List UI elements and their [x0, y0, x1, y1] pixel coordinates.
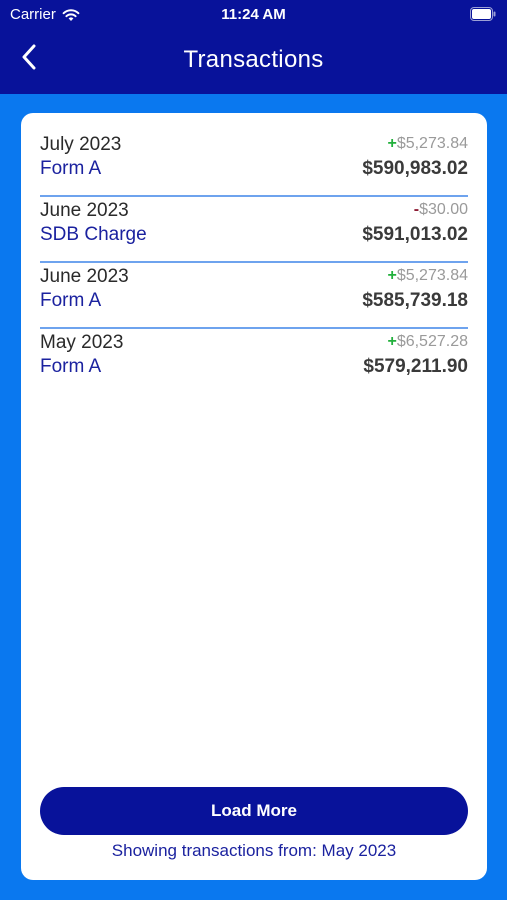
transaction-date: June 2023 [40, 200, 129, 221]
transactions-card: July 2023 Form A +$5,273.84 $590,983.02 … [21, 113, 487, 880]
transaction-change: -$30.00 [414, 201, 468, 219]
transaction-row[interactable]: May 2023 Form A +$6,527.28 $579,211.90 [40, 329, 468, 393]
nav-bar: Transactions [0, 36, 507, 84]
change-amount: $6,527.28 [396, 333, 468, 350]
transaction-balance: $591,013.02 [362, 224, 468, 245]
change-amount: $30.00 [419, 201, 468, 218]
change-sign: + [387, 333, 397, 350]
transaction-list: July 2023 Form A +$5,273.84 $590,983.02 … [40, 131, 468, 393]
transaction-date: May 2023 [40, 332, 124, 353]
change-amount: $5,273.84 [396, 267, 468, 284]
load-more-button[interactable]: Load More [40, 787, 468, 835]
transaction-date: June 2023 [40, 266, 129, 287]
status-time: 11:24 AM [221, 6, 286, 23]
transaction-row[interactable]: June 2023 SDB Charge -$30.00 $591,013.02 [40, 197, 468, 263]
status-bar: Carrier 11:24 AM [0, 0, 507, 28]
transaction-type: Form A [40, 158, 102, 179]
battery-icon [470, 7, 496, 21]
transaction-date: July 2023 [40, 134, 122, 155]
showing-range-text: Showing transactions from: May 2023 [111, 841, 397, 860]
change-sign: + [387, 135, 397, 152]
transaction-type: Form A [40, 290, 102, 311]
app-header: Carrier 11:24 AM Transactions [0, 0, 507, 94]
transaction-type: SDB Charge [40, 224, 147, 245]
transaction-row[interactable]: July 2023 Form A +$5,273.84 $590,983.02 [40, 131, 468, 197]
transaction-change: +$5,273.84 [387, 267, 468, 285]
page-title: Transactions [183, 46, 324, 73]
transaction-row[interactable]: June 2023 Form A +$5,273.84 $585,739.18 [40, 263, 468, 329]
transaction-change: +$6,527.28 [387, 333, 468, 351]
change-amount: $5,273.84 [396, 135, 468, 152]
transaction-type: Form A [40, 356, 102, 377]
transaction-balance: $585,739.18 [362, 290, 468, 311]
transaction-balance: $579,211.90 [363, 356, 468, 377]
transaction-change: +$5,273.84 [387, 135, 468, 153]
transaction-balance: $590,983.02 [362, 158, 468, 179]
change-sign: + [387, 267, 397, 284]
